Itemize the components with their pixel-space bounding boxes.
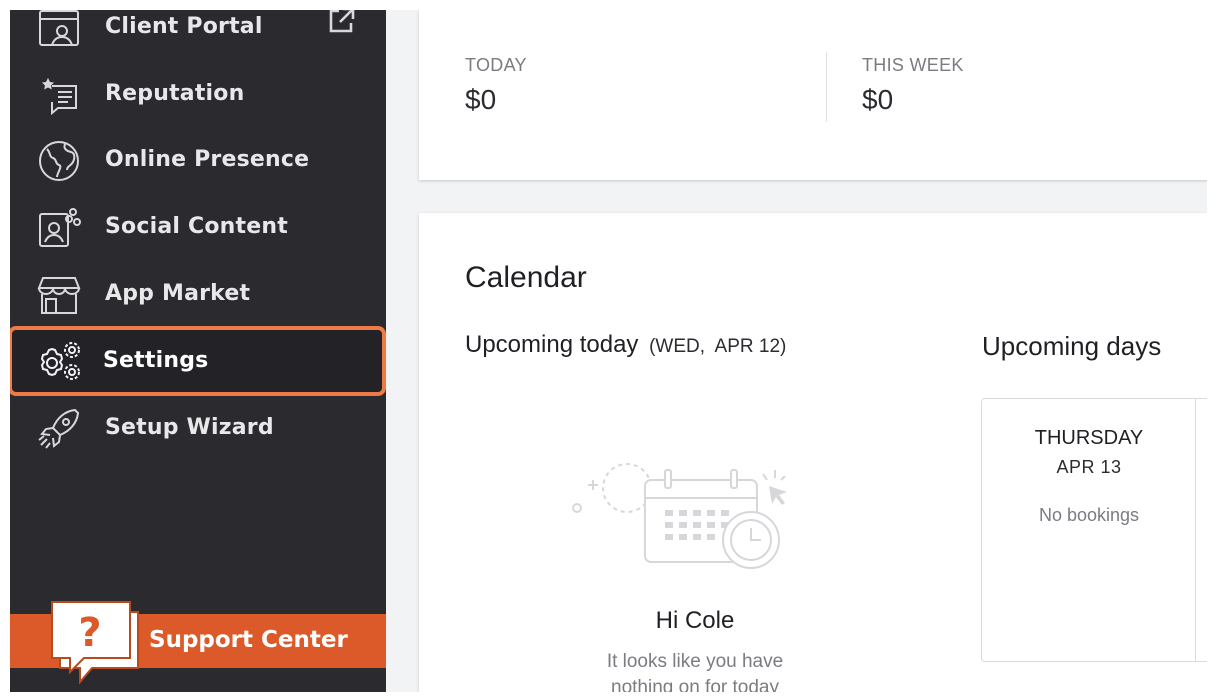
no-bookings-text: No bookings xyxy=(1038,505,1140,525)
upcoming-today-heading: Upcoming today (WED, APR 12) xyxy=(465,331,786,359)
empty-calendar-illustration xyxy=(569,458,799,583)
calendar-title: Calendar xyxy=(465,261,587,294)
storefront-icon xyxy=(36,273,82,317)
sidebar-item-setup-wizard[interactable]: Setup Wizard xyxy=(10,401,386,457)
day-date: APR 13 xyxy=(1056,457,1122,477)
app-frame: Client Portal Reputation Online Presence… xyxy=(10,10,1207,692)
sidebar-item-label: Reputation xyxy=(105,81,245,106)
globe-icon xyxy=(36,139,82,183)
sidebar-item-online-presence[interactable]: Online Presence xyxy=(10,133,386,189)
today-value: $0 xyxy=(465,84,497,115)
today-label: TODAY xyxy=(465,55,527,75)
sidebar: Client Portal Reputation Online Presence… xyxy=(10,10,386,692)
sidebar-item-label: App Market xyxy=(105,281,251,306)
sidebar-item-app-market[interactable]: App Market xyxy=(10,267,386,323)
sidebar-item-label: Online Presence xyxy=(105,147,310,172)
empty-message: It looks like you have nothing on for to… xyxy=(419,649,971,692)
reputation-icon xyxy=(36,73,82,117)
support-center-label: Support Center xyxy=(149,627,348,653)
sidebar-item-label: Client Portal xyxy=(105,14,263,39)
day-name: THURSDAY xyxy=(1034,427,1144,449)
sidebar-item-client-portal[interactable]: Client Portal xyxy=(10,10,386,56)
upcoming-day-card[interactable]: THURSDAY APR 13 No bookings xyxy=(981,398,1207,662)
client-portal-icon xyxy=(36,10,82,50)
sidebar-item-social-content[interactable]: Social Content xyxy=(10,200,386,256)
day-card-divider xyxy=(1195,399,1196,661)
rocket-icon xyxy=(36,407,82,451)
sidebar-item-label: Setup Wizard xyxy=(105,415,274,440)
this-week-label: THIS WEEK xyxy=(862,55,964,75)
upcoming-today-label: Upcoming today xyxy=(465,331,639,358)
empty-message-text: It looks like you have nothing on for to… xyxy=(606,651,784,692)
sidebar-item-settings[interactable]: Settings xyxy=(10,326,386,396)
social-content-icon xyxy=(36,206,82,250)
empty-greeting: Hi Cole xyxy=(655,607,735,634)
revenue-stats-card: TODAY $0 THIS WEEK $0 xyxy=(419,10,1207,180)
today-date: (WED, APR 12) xyxy=(649,336,787,357)
divider xyxy=(826,52,827,122)
upcoming-days-heading: Upcoming days xyxy=(982,331,1162,361)
sidebar-item-label: Settings xyxy=(103,348,209,373)
gears-icon xyxy=(36,339,82,383)
sidebar-item-reputation[interactable]: Reputation xyxy=(10,67,386,123)
support-center-button[interactable]: ? Support Center xyxy=(10,601,386,685)
sidebar-item-label: Social Content xyxy=(105,214,288,239)
help-bubble-icon: ? xyxy=(46,600,142,689)
this-week-value: $0 xyxy=(862,84,894,115)
calendar-card: Calendar Upcoming today (WED, APR 12) Up… xyxy=(419,213,1207,692)
external-link-icon[interactable] xyxy=(326,10,356,42)
svg-text:?: ? xyxy=(78,610,101,656)
